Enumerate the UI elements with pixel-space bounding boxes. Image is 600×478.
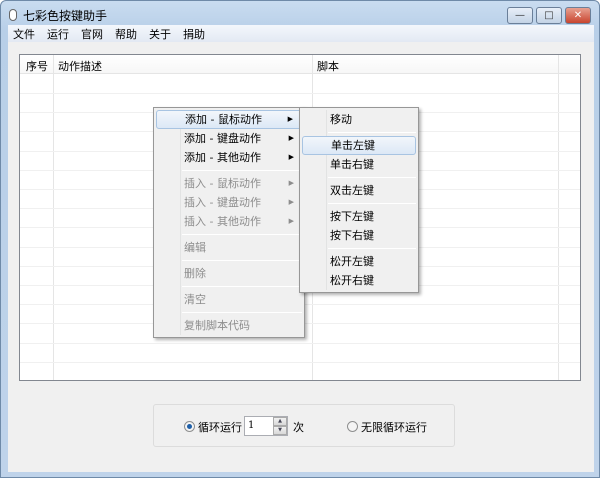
- menu-about[interactable]: 关于: [144, 25, 176, 42]
- submenu-item[interactable]: 单击左键: [302, 136, 416, 155]
- submenu-arrow-icon: ▶: [288, 179, 294, 187]
- menu-file[interactable]: 文件: [8, 25, 40, 42]
- menu-separator: [182, 260, 302, 261]
- submenu-arrow-icon: ▶: [288, 217, 294, 225]
- mouse-icon: [9, 9, 17, 21]
- context-menu-item[interactable]: 添加 - 鼠标动作 ▶: [156, 110, 302, 129]
- submenu-item[interactable]: 按下左键: [302, 207, 416, 226]
- menu-website[interactable]: 官网: [76, 25, 108, 42]
- mouse-action-submenu: 移动单击左键 单击右键双击左键按下左键 按下右键松开左键 松开右键: [299, 107, 419, 293]
- context-menu-item[interactable]: 清空: [156, 290, 302, 309]
- menu-item-label: 删除: [184, 267, 206, 280]
- column-description[interactable]: 动作描述: [58, 58, 102, 74]
- submenu-item[interactable]: 移动: [302, 110, 416, 129]
- spin-up-icon[interactable]: ▲: [273, 417, 287, 426]
- window-title: 七彩色按键助手: [23, 8, 108, 23]
- menu-item-label: 添加 - 键盘动作: [184, 132, 261, 145]
- context-menu-item[interactable]: 删除: [156, 264, 302, 283]
- loop-options-group: 循环运行 1 ▲ ▼ 次 无限循环运行: [153, 404, 455, 447]
- spin-down-icon[interactable]: ▼: [273, 426, 287, 435]
- app-window: 七彩色按键助手 — □ ✕ 文件 运行 官网 帮助 关于 捐助 序号 动作描述 …: [0, 0, 600, 478]
- menu-item-label: 添加 - 鼠标动作: [185, 113, 262, 126]
- minimize-button[interactable]: —: [507, 7, 533, 24]
- menu-item-label: 插入 - 键盘动作: [184, 196, 261, 209]
- submenu-item[interactable]: 双击左键: [302, 181, 416, 200]
- table-header: 序号 动作描述 脚本: [20, 55, 580, 74]
- loop-radio[interactable]: [184, 421, 195, 432]
- menu-item-label: 添加 - 其他动作: [184, 151, 261, 164]
- menu-run[interactable]: 运行: [42, 25, 74, 42]
- table-row-line: [20, 93, 580, 94]
- table-row-line: [20, 361, 580, 363]
- context-menu-item[interactable]: 添加 - 键盘动作 ▶: [156, 129, 302, 148]
- menu-item-label: 插入 - 其他动作: [184, 215, 261, 228]
- context-menu-item[interactable]: 添加 - 其他动作 ▶: [156, 148, 302, 167]
- context-menu-item[interactable]: 插入 - 其他动作 ▶: [156, 212, 302, 231]
- infinite-loop-radio[interactable]: [347, 421, 358, 432]
- context-menu: 添加 - 鼠标动作 ▶ 添加 - 键盘动作 ▶ 添加 - 其他动作 ▶ 插入 - 鼠标动作 ▶…: [153, 107, 305, 338]
- submenu-arrow-icon: ▶: [288, 198, 294, 206]
- menu-item-label: 插入 - 鼠标动作: [184, 177, 261, 190]
- menu-separator: [328, 177, 416, 178]
- menu-item-label: 清空: [184, 293, 206, 306]
- table-row-line: [20, 342, 580, 344]
- submenu-item[interactable]: 单击右键: [302, 155, 416, 174]
- menu-separator: [328, 248, 416, 249]
- menu-separator: [328, 132, 416, 133]
- column-index[interactable]: 序号: [26, 58, 48, 74]
- menu-separator: [182, 312, 302, 313]
- submenu-item[interactable]: 松开右键: [302, 271, 416, 290]
- loop-count-input[interactable]: 1: [248, 420, 254, 431]
- context-menu-item[interactable]: 插入 - 鼠标动作 ▶: [156, 174, 302, 193]
- menu-separator: [328, 203, 416, 204]
- menu-help[interactable]: 帮助: [110, 25, 142, 42]
- maximize-button[interactable]: □: [536, 7, 562, 24]
- loop-count-spinner[interactable]: 1 ▲ ▼: [244, 416, 288, 436]
- submenu-arrow-icon: ▶: [287, 115, 293, 123]
- menu-separator: [182, 234, 302, 235]
- context-menu-item[interactable]: 编辑: [156, 238, 302, 257]
- menu-bar: 文件 运行 官网 帮助 关于 捐助: [8, 25, 594, 42]
- menu-separator: [182, 286, 302, 287]
- loop-label: 循环运行: [198, 421, 242, 434]
- submenu-arrow-icon: ▶: [288, 134, 294, 142]
- infinite-loop-label: 无限循环运行: [361, 421, 427, 434]
- close-button[interactable]: ✕: [565, 7, 591, 24]
- times-label: 次: [293, 421, 304, 434]
- context-menu-item[interactable]: 插入 - 键盘动作 ▶: [156, 193, 302, 212]
- context-menu-item[interactable]: 复制脚本代码: [156, 316, 302, 335]
- menu-separator: [182, 170, 302, 171]
- submenu-arrow-icon: ▶: [288, 153, 294, 161]
- column-script[interactable]: 脚本: [317, 58, 339, 74]
- menu-item-label: 编辑: [184, 241, 206, 254]
- submenu-item[interactable]: 按下右键: [302, 226, 416, 245]
- title-bar: 七彩色按键助手: [9, 6, 107, 24]
- menu-item-label: 复制脚本代码: [184, 319, 250, 332]
- submenu-item[interactable]: 松开左键: [302, 252, 416, 271]
- column-divider: [558, 55, 559, 380]
- column-divider: [53, 55, 54, 380]
- menu-donate[interactable]: 捐助: [178, 25, 210, 42]
